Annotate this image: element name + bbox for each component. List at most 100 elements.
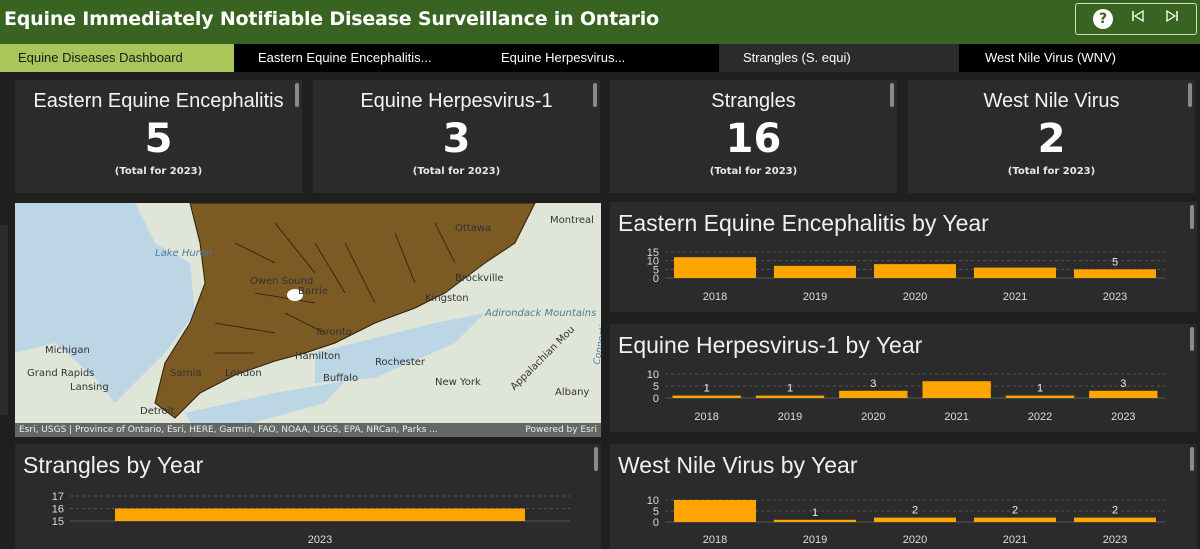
eee-bar-chart: 1510502018 2019 2020 2021 20235 — [647, 247, 1165, 303]
x-tick-label: 2020 — [903, 534, 927, 546]
data-label: 1 — [1037, 383, 1043, 395]
bar[interactable] — [922, 381, 991, 398]
x-tick-label: 2021 — [1003, 534, 1027, 546]
x-tick-label: 2023 — [1103, 291, 1127, 303]
x-tick-label: 2022 — [1028, 411, 1052, 423]
map-label: Michigan — [45, 345, 90, 356]
x-tick-label: 2018 — [703, 534, 727, 546]
x-tick-label: 2019 — [803, 534, 827, 546]
tab-dashboard[interactable]: Equine Diseases Dashboard — [0, 44, 234, 72]
map-basemap — [15, 203, 601, 437]
tab-ehv[interactable]: Equine Herpesvirus... — [483, 44, 719, 72]
y-tick-label: 0 — [653, 517, 659, 529]
kpi-value: 5 — [144, 116, 173, 162]
y-tick-label: 5 — [653, 381, 659, 393]
x-tick-label: 2019 — [803, 291, 827, 303]
bar[interactable] — [974, 517, 1056, 522]
map-attribution: Esri, USGS | Province of Ontario, Esri, … — [15, 423, 601, 437]
y-tick-label: 15 — [52, 516, 64, 528]
kpi-value: 2 — [1037, 116, 1066, 162]
kpi-title: Eastern Equine Encephalitis — [33, 90, 284, 112]
kpi-note: (Total for 2023) — [1007, 166, 1096, 177]
map-label: Detroit — [140, 406, 175, 417]
tab-eee[interactable]: Eastern Equine Encephalitis... — [240, 44, 476, 72]
map-label: Montreal — [550, 215, 594, 226]
bar[interactable] — [1089, 390, 1158, 398]
kpi-card-strangles: Strangles 16 (Total for 2023) — [610, 80, 897, 193]
map-label: Toronto — [315, 327, 352, 338]
chart-card-ehv: Equine Herpesvirus-1 by Year 10 5 0 2018 1 20… — [610, 324, 1197, 432]
bar[interactable] — [674, 500, 756, 522]
map-label: Rochester — [375, 357, 425, 368]
bar[interactable] — [974, 267, 1056, 278]
kpi-note: (Total for 2023) — [412, 166, 501, 177]
map-label: Sarnia — [170, 368, 202, 379]
side-panel-toggle[interactable] — [0, 225, 8, 415]
x-tick-label: 2023 — [308, 534, 332, 546]
chart-card-strangles: Strangles by Year 17 16 15 2023 — [15, 444, 601, 549]
app-header: Equine Immediately Notifiable Disease Su… — [0, 0, 1200, 44]
ehv-bar-chart: 1050 2018 1 2019 1 2020 3 2021 2022 1 2023 3 — [647, 369, 1165, 423]
x-tick-label: 2020 — [903, 291, 927, 303]
question-circle-icon[interactable]: ? — [1093, 9, 1113, 29]
bar[interactable] — [672, 395, 741, 398]
wnv-bar-chart: 10502018 20191202022021220232 — [647, 495, 1165, 546]
data-label: 1 — [812, 507, 818, 519]
map-label: Hamilton — [295, 351, 341, 362]
y-tick-label: 10 — [647, 369, 659, 381]
data-label: 2 — [1112, 505, 1118, 517]
tab-bar: Equine Diseases Dashboard Eastern Equine… — [0, 44, 1200, 72]
bar[interactable] — [1005, 395, 1075, 398]
tab-wnv[interactable]: West Nile Virus (WNV) — [967, 44, 1200, 72]
bar[interactable] — [874, 517, 956, 522]
bar[interactable] — [674, 257, 756, 278]
kpi-card-wnv: West Nile Virus 2 (Total for 2023) — [908, 80, 1195, 193]
data-label: 5 — [1112, 256, 1118, 268]
strangles-bar-chart: 171615 2023 — [52, 491, 570, 546]
kpi-title: West Nile Virus — [983, 90, 1120, 112]
kpi-note: (Total for 2023) — [114, 166, 203, 177]
map-label: Ottawa — [455, 223, 492, 234]
page-title: Equine Immediately Notifiable Disease Su… — [4, 8, 659, 30]
y-tick-label: 16 — [52, 504, 64, 516]
attribution-text: Esri, USGS | Province of Ontario, Esri, … — [19, 425, 438, 435]
map-label: Albany — [555, 387, 590, 398]
map-label: Grand Rapids — [27, 368, 95, 379]
ontario-map[interactable]: Montreal Ottawa Lake Huron Owen Sound Ba… — [15, 203, 601, 437]
tab-strangles[interactable]: Strangles (S. equi) — [719, 44, 959, 72]
x-tick-label: 2021 — [944, 411, 968, 423]
data-label: 2 — [1012, 505, 1018, 517]
bar[interactable] — [839, 390, 908, 398]
y-tick-label: 0 — [653, 273, 659, 285]
y-tick-label: 17 — [52, 491, 64, 503]
data-label: 1 — [704, 383, 710, 395]
x-tick-label: 2019 — [778, 411, 802, 423]
x-tick-label: 2023 — [1103, 534, 1127, 546]
x-tick-label: 2021 — [1003, 291, 1027, 303]
data-label: 1 — [787, 383, 793, 395]
x-tick-label: 2018 — [694, 411, 718, 423]
data-label: 2 — [912, 505, 918, 517]
bar[interactable] — [1074, 517, 1156, 522]
skip-previous-icon[interactable] — [1128, 9, 1148, 29]
bar[interactable] — [755, 395, 825, 398]
bar[interactable] — [115, 508, 525, 522]
bar[interactable] — [774, 519, 856, 522]
x-tick-label: 2018 — [703, 291, 727, 303]
map-label: Kingston — [425, 293, 469, 304]
x-tick-label: 2023 — [1111, 411, 1135, 423]
chart-card-eee: Eastern Equine Encephalitis by Year 15 10… — [610, 202, 1197, 312]
bar[interactable] — [874, 264, 956, 278]
map-label: New York — [435, 377, 481, 388]
powered-by[interactable]: Powered by Esri — [525, 423, 597, 437]
bar[interactable] — [774, 265, 856, 278]
map-label: Lake Huron — [155, 248, 213, 259]
data-label: 3 — [870, 378, 876, 390]
bar[interactable] — [1074, 269, 1156, 278]
kpi-title: Strangles — [711, 90, 796, 112]
skip-next-icon[interactable] — [1162, 9, 1182, 29]
kpi-value: 16 — [725, 116, 782, 162]
data-label: 3 — [1120, 378, 1126, 390]
kpi-value: 3 — [442, 116, 471, 162]
map-label: Barrie — [298, 286, 328, 297]
